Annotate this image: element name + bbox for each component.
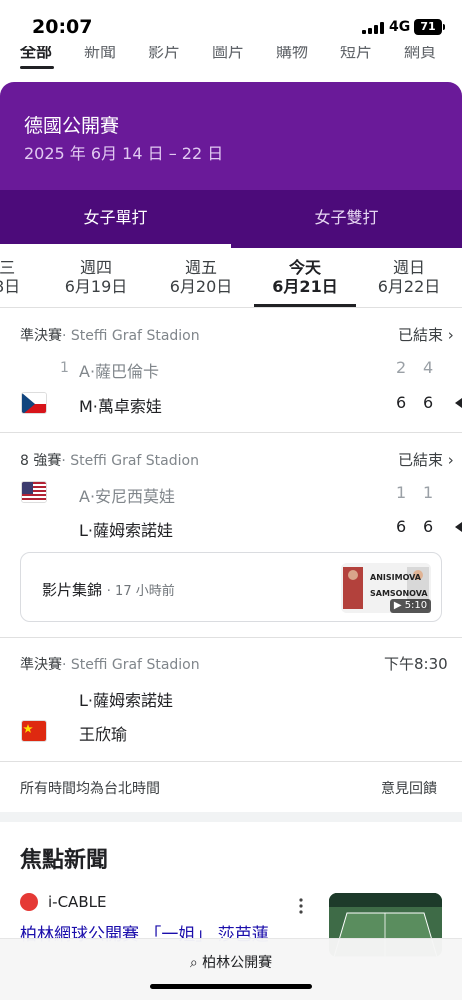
thumb-text-top: ANISIMOVA — [370, 573, 421, 582]
draw-tabs: 女子單打 女子雙打 — [0, 190, 462, 248]
match-round: 準決賽· Steffi Graf Stadion — [20, 654, 200, 674]
tab-news[interactable]: 新聞 — [84, 46, 116, 62]
day-selected-indicator — [254, 304, 356, 307]
network-label: 4G — [389, 19, 411, 35]
venue-label: · Steffi Graf Stadion — [62, 328, 200, 344]
video-duration: ▶ 5:10 — [390, 599, 431, 613]
search-query: 柏林公開賽 — [202, 955, 273, 971]
match-round: 準決賽· Steffi Graf Stadion — [20, 325, 200, 345]
tab-web[interactable]: 網頁 — [404, 46, 436, 62]
player-name[interactable]: A·安尼西莫娃 — [79, 483, 175, 507]
set-score: 1 — [396, 483, 407, 502]
set-score: 2 — [396, 358, 407, 377]
set-score: 6 — [396, 393, 407, 412]
winner-arrow-icon — [455, 398, 462, 408]
news-source: i-CABLE — [48, 893, 107, 911]
day-date: 8日 — [0, 277, 21, 296]
set-score: 6 — [423, 393, 434, 412]
signal-icon — [362, 22, 384, 34]
czech-flag-icon — [21, 392, 47, 414]
tab-images[interactable]: 圖片 — [212, 46, 244, 62]
day-date: 6月20日 — [169, 277, 233, 296]
set-score: 6 — [423, 517, 434, 536]
more-options-icon[interactable] — [299, 898, 303, 914]
bottom-search[interactable]: ⌕ 柏林公開賽 — [0, 952, 462, 972]
section-separator — [0, 812, 462, 822]
day-weekday: 週四 — [79, 258, 112, 277]
highlights-label: 影片集錦 — [42, 581, 103, 599]
round-label: 8 強賽 — [20, 453, 62, 469]
battery-icon: 71 — [414, 19, 442, 35]
day-weekday: 週五 — [184, 258, 217, 277]
day-date: 6月21日 — [272, 277, 338, 296]
player-name[interactable]: 王欣瑜 — [79, 721, 127, 745]
tab-shorts[interactable]: 短片 — [340, 46, 372, 62]
match-status[interactable]: 已結束 › — [398, 324, 454, 345]
divider — [0, 761, 462, 762]
day-today[interactable]: 今天 6月21日 — [268, 258, 342, 296]
tab-all[interactable]: 全部 — [20, 46, 52, 62]
match-status[interactable]: 已結束 › — [398, 449, 454, 470]
thumb-text-bottom: SAMSONOVA — [370, 589, 428, 598]
search-tabs: 全部 新聞 影片 圖片 購物 短片 網頁 — [0, 46, 462, 70]
day-date: 6月22日 — [377, 277, 441, 296]
icable-logo-icon — [20, 893, 38, 911]
search-icon: ⌕ — [189, 955, 198, 971]
feedback-link[interactable]: 意見回饋 — [381, 778, 437, 798]
player-seed: 1 — [60, 360, 69, 376]
tournament-title: 德國公開賽 — [24, 115, 120, 137]
venue-label: · Steffi Graf Stadion — [61, 453, 199, 469]
active-tab-indicator — [20, 66, 54, 69]
round-label: 準決賽 — [20, 328, 62, 344]
match-time: 下午8:30 — [384, 655, 448, 673]
top-stories-heading: 焦點新聞 — [20, 848, 109, 873]
day-strip: 三 8日 週四 6月19日 週五 6月20日 今天 6月21日 週日 6月22日 — [0, 248, 462, 308]
tab-shopping[interactable]: 購物 — [276, 46, 308, 62]
home-indicator — [150, 984, 312, 989]
player-name[interactable]: L·薩姆索諾娃 — [79, 687, 173, 711]
day-date: 6月19日 — [64, 277, 128, 296]
day-sun[interactable]: 週日 6月22日 — [372, 258, 446, 296]
player-name[interactable]: L·薩姆索諾娃 — [79, 517, 173, 541]
highlights-title: 影片集錦 · 17 小時前 — [42, 579, 175, 600]
tab-womens-singles[interactable]: 女子單打 — [0, 190, 231, 248]
match-round: 8 強賽· Steffi Graf Stadion — [20, 450, 199, 470]
day-weekday: 三 — [0, 258, 16, 277]
day-fri[interactable]: 週五 6月20日 — [164, 258, 238, 296]
usa-flag-icon — [21, 481, 47, 503]
tab-videos[interactable]: 影片 — [148, 46, 180, 62]
tournament-dates: 2025 年 6月 14 日 – 22 日 — [24, 144, 224, 163]
day-weekday: 今天 — [288, 258, 321, 277]
tab-womens-doubles[interactable]: 女子雙打 — [231, 190, 462, 248]
round-label: 準決賽 — [20, 657, 62, 673]
status-time: 20:07 — [32, 16, 93, 38]
player-name[interactable]: M·萬卓索娃 — [79, 393, 162, 417]
day-wed[interactable]: 三 8日 — [0, 258, 20, 296]
player-name[interactable]: A·薩巴倫卡 — [79, 358, 159, 382]
venue-label: · Steffi Graf Stadion — [62, 657, 200, 673]
winner-arrow-icon — [455, 522, 462, 532]
set-score: 6 — [396, 517, 407, 536]
divider — [0, 637, 462, 638]
day-weekday: 週日 — [392, 258, 425, 277]
set-score: 4 — [423, 358, 434, 377]
highlights-age: · 17 小時前 — [106, 584, 175, 599]
timezone-note: 所有時間均為台北時間 — [20, 781, 160, 797]
china-flag-icon — [21, 720, 47, 742]
day-thu[interactable]: 週四 6月19日 — [60, 258, 132, 296]
set-score: 1 — [423, 483, 434, 502]
divider — [0, 432, 462, 433]
